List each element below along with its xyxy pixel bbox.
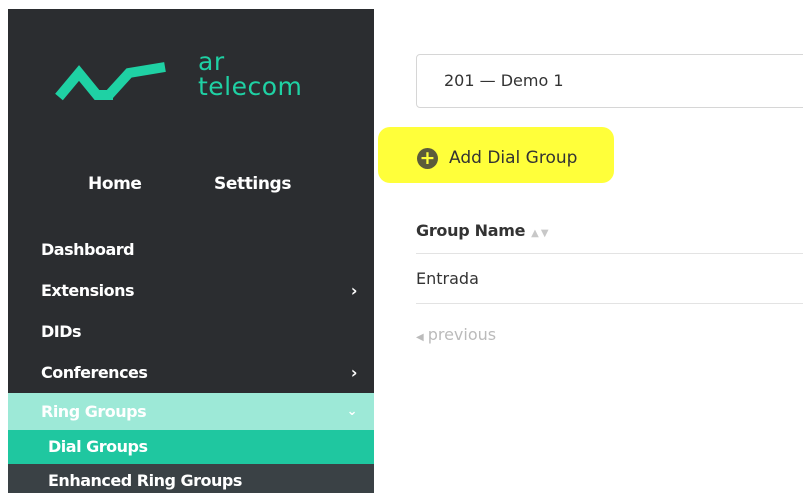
add-dial-group-button[interactable]: + Add Dial Group: [417, 146, 577, 170]
chevron-right-icon: ›: [350, 281, 358, 300]
sidebar-item-label: Conferences: [41, 363, 148, 382]
sidebar-item-label: Ring Groups: [41, 402, 147, 421]
add-dial-group-label: Add Dial Group: [449, 148, 578, 168]
nav-settings[interactable]: Settings: [214, 174, 291, 194]
sidebar-item-label: DIDs: [41, 322, 82, 341]
brand-logo: ar telecom: [53, 49, 353, 119]
plus-circle-icon: +: [417, 147, 438, 169]
sidebar-menu: Dashboard Extensions › DIDs Conferences …: [8, 229, 374, 493]
sidebar-item-label: Extensions: [41, 281, 135, 300]
nav-home[interactable]: Home: [88, 174, 142, 194]
extension-select[interactable]: 201 — Demo 1: [416, 54, 803, 108]
chevron-down-icon: ⌄: [346, 404, 358, 419]
pagination-previous[interactable]: ◀ previous: [416, 325, 496, 344]
sidebar-item-label: Dashboard: [41, 240, 135, 259]
previous-label: previous: [427, 325, 497, 344]
sidebar-subitem-dial-groups[interactable]: Dial Groups: [8, 430, 374, 464]
sidebar-subitem-enhanced-ring-groups[interactable]: Enhanced Ring Groups: [8, 464, 374, 493]
table-row[interactable]: Entrada: [416, 254, 803, 304]
column-header-label: Group Name: [416, 221, 526, 240]
column-header-group-name[interactable]: Group Name ▲▼: [416, 208, 803, 254]
group-name-cell: Entrada: [416, 269, 479, 288]
top-nav: Home Settings: [8, 174, 374, 204]
brand-mark-icon: [55, 62, 166, 101]
sidebar-item-dids[interactable]: DIDs: [8, 311, 374, 352]
sidebar-item-ring-groups[interactable]: Ring Groups ⌄: [8, 393, 374, 430]
dial-groups-table: Group Name ▲▼ Entrada: [416, 208, 803, 304]
brand-line2: telecom: [198, 72, 303, 101]
sidebar-item-dashboard[interactable]: Dashboard: [8, 229, 374, 270]
sidebar-item-conferences[interactable]: Conferences ›: [8, 352, 374, 393]
sort-arrows-icon[interactable]: ▲▼: [531, 228, 550, 239]
brand-line1: ar: [198, 47, 225, 76]
chevron-right-icon: ›: [350, 363, 358, 382]
sidebar: ar telecom Home Settings Dashboard Exten…: [8, 9, 374, 493]
sidebar-item-extensions[interactable]: Extensions ›: [8, 270, 374, 311]
brand-wordmark: ar telecom: [198, 49, 302, 99]
caret-left-icon: ◀: [416, 332, 424, 343]
